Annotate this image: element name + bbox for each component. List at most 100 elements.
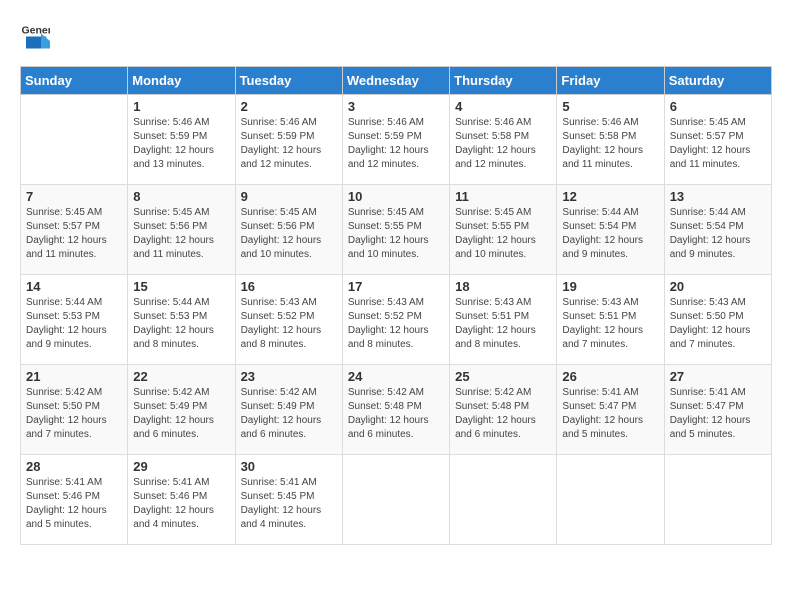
calendar-body: 1 Sunrise: 5:46 AM Sunset: 5:59 PM Daylig…: [21, 95, 772, 545]
day-header-friday: Friday: [557, 67, 664, 95]
calendar-cell: 27 Sunrise: 5:41 AM Sunset: 5:47 PM Dayli…: [664, 365, 771, 455]
day-detail: Sunrise: 5:42 AM Sunset: 5:50 PM Dayligh…: [26, 386, 122, 442]
day-number: 10: [348, 189, 444, 204]
day-detail: Sunrise: 5:44 AM Sunset: 5:53 PM Dayligh…: [133, 296, 229, 352]
day-header-wednesday: Wednesday: [342, 67, 449, 95]
calendar-cell: 24 Sunrise: 5:42 AM Sunset: 5:48 PM Dayli…: [342, 365, 449, 455]
day-number: 27: [670, 369, 766, 384]
day-number: 12: [562, 189, 658, 204]
day-header-thursday: Thursday: [450, 67, 557, 95]
day-detail: Sunrise: 5:43 AM Sunset: 5:52 PM Dayligh…: [241, 296, 337, 352]
calendar-cell: 15 Sunrise: 5:44 AM Sunset: 5:53 PM Dayli…: [128, 275, 235, 365]
day-detail: Sunrise: 5:46 AM Sunset: 5:59 PM Dayligh…: [241, 116, 337, 172]
calendar-cell: 14Sunrise: 5:44 AM Sunset: 5:53 PM Dayli…: [21, 275, 128, 365]
day-detail: Sunrise: 5:42 AM Sunset: 5:49 PM Dayligh…: [133, 386, 229, 442]
day-detail: Sunrise: 5:45 AM Sunset: 5:56 PM Dayligh…: [133, 206, 229, 262]
calendar-cell: 22 Sunrise: 5:42 AM Sunset: 5:49 PM Dayli…: [128, 365, 235, 455]
calendar-cell: 11 Sunrise: 5:45 AM Sunset: 5:55 PM Dayli…: [450, 185, 557, 275]
day-number: 18: [455, 279, 551, 294]
day-detail: Sunrise: 5:41 AM Sunset: 5:45 PM Dayligh…: [241, 476, 337, 532]
calendar-week-row: 21 Sunrise: 5:42 AM Sunset: 5:50 PM Dayli…: [21, 365, 772, 455]
day-header-monday: Monday: [128, 67, 235, 95]
day-header-sunday: Sunday: [21, 67, 128, 95]
day-detail: Sunrise: 5:42 AM Sunset: 5:48 PM Dayligh…: [455, 386, 551, 442]
calendar-cell: 26 Sunrise: 5:41 AM Sunset: 5:47 PM Dayli…: [557, 365, 664, 455]
day-number: 6: [670, 99, 766, 114]
calendar-cell: [450, 455, 557, 545]
calendar-cell: 5Sunrise: 5:46 AM Sunset: 5:58 PM Daylig…: [557, 95, 664, 185]
calendar-cell: 3Sunrise: 5:46 AM Sunset: 5:59 PM Daylig…: [342, 95, 449, 185]
calendar-cell: 30 Sunrise: 5:41 AM Sunset: 5:45 PM Dayli…: [235, 455, 342, 545]
day-detail: Sunrise: 5:45 AM Sunset: 5:55 PM Dayligh…: [348, 206, 444, 262]
calendar-cell: 13 Sunrise: 5:44 AM Sunset: 5:54 PM Dayli…: [664, 185, 771, 275]
logo: General: [20, 20, 54, 50]
svg-text:General: General: [22, 25, 51, 37]
day-detail: Sunrise: 5:45 AM Sunset: 5:57 PM Dayligh…: [26, 206, 122, 262]
calendar-week-row: 14 Sunrise: 5:44 AM Sunset: 5:53 PM Dayli…: [21, 275, 772, 365]
day-number: 26: [562, 369, 658, 384]
day-number: 25: [455, 369, 551, 384]
day-number: 15: [133, 279, 229, 294]
day-number: 21: [26, 369, 122, 384]
calendar-cell: 12 Sunrise: 5:44 AM Sunset: 5:54 PM Dayli…: [557, 185, 664, 275]
day-number: 29: [133, 459, 229, 474]
day-detail: Sunrise: 5:45 AM Sunset: 5:55 PM Dayligh…: [455, 206, 551, 262]
day-number: 14: [26, 279, 122, 294]
day-detail: Sunrise: 5:43 AM Sunset: 5:51 PM Dayligh…: [455, 296, 551, 352]
calendar-cell: 17 Sunrise: 5:43 AM Sunset: 5:52 PM Dayli…: [342, 275, 449, 365]
day-detail: Sunrise: 5:42 AM Sunset: 5:49 PM Dayligh…: [241, 386, 337, 442]
day-detail: Sunrise: 5:41 AM Sunset: 5:46 PM Dayligh…: [133, 476, 229, 532]
calendar-week-row: 1 Sunrise: 5:46 AM Sunset: 5:59 PM Daylig…: [21, 95, 772, 185]
calendar-cell: 20Sunrise: 5:43 AM Sunset: 5:50 PM Dayli…: [664, 275, 771, 365]
calendar-cell: 7Sunrise: 5:45 AM Sunset: 5:57 PM Daylig…: [21, 185, 128, 275]
day-detail: Sunrise: 5:45 AM Sunset: 5:57 PM Dayligh…: [670, 116, 766, 172]
day-number: 13: [670, 189, 766, 204]
day-number: 9: [241, 189, 337, 204]
day-detail: Sunrise: 5:46 AM Sunset: 5:58 PM Dayligh…: [455, 116, 551, 172]
calendar-cell: 16Sunrise: 5:43 AM Sunset: 5:52 PM Dayli…: [235, 275, 342, 365]
day-number: 24: [348, 369, 444, 384]
day-number: 28: [26, 459, 122, 474]
day-number: 8: [133, 189, 229, 204]
day-number: 22: [133, 369, 229, 384]
day-detail: Sunrise: 5:46 AM Sunset: 5:58 PM Dayligh…: [562, 116, 658, 172]
day-number: 19: [562, 279, 658, 294]
day-header-tuesday: Tuesday: [235, 67, 342, 95]
calendar-cell: 23 Sunrise: 5:42 AM Sunset: 5:49 PM Dayli…: [235, 365, 342, 455]
calendar-cell: 19 Sunrise: 5:43 AM Sunset: 5:51 PM Dayli…: [557, 275, 664, 365]
calendar-week-row: 7Sunrise: 5:45 AM Sunset: 5:57 PM Daylig…: [21, 185, 772, 275]
calendar-cell: 25 Sunrise: 5:42 AM Sunset: 5:48 PM Dayli…: [450, 365, 557, 455]
day-detail: Sunrise: 5:46 AM Sunset: 5:59 PM Dayligh…: [348, 116, 444, 172]
day-detail: Sunrise: 5:41 AM Sunset: 5:47 PM Dayligh…: [562, 386, 658, 442]
day-detail: Sunrise: 5:44 AM Sunset: 5:54 PM Dayligh…: [670, 206, 766, 262]
calendar-cell: 10 Sunrise: 5:45 AM Sunset: 5:55 PM Dayli…: [342, 185, 449, 275]
day-number: 11: [455, 189, 551, 204]
day-detail: Sunrise: 5:46 AM Sunset: 5:59 PM Dayligh…: [133, 116, 229, 172]
calendar-cell: 4Sunrise: 5:46 AM Sunset: 5:58 PM Daylig…: [450, 95, 557, 185]
day-detail: Sunrise: 5:41 AM Sunset: 5:47 PM Dayligh…: [670, 386, 766, 442]
logo-icon: General: [20, 20, 50, 50]
day-number: 2: [241, 99, 337, 114]
day-header-saturday: Saturday: [664, 67, 771, 95]
day-number: 17: [348, 279, 444, 294]
calendar-cell: 6 Sunrise: 5:45 AM Sunset: 5:57 PM Daylig…: [664, 95, 771, 185]
day-number: 23: [241, 369, 337, 384]
calendar-cell: 2 Sunrise: 5:46 AM Sunset: 5:59 PM Daylig…: [235, 95, 342, 185]
day-detail: Sunrise: 5:41 AM Sunset: 5:46 PM Dayligh…: [26, 476, 122, 532]
day-detail: Sunrise: 5:43 AM Sunset: 5:52 PM Dayligh…: [348, 296, 444, 352]
calendar-header-row: SundayMondayTuesdayWednesdayThursdayFrid…: [21, 67, 772, 95]
day-number: 1: [133, 99, 229, 114]
day-number: 30: [241, 459, 337, 474]
page-header: General: [20, 20, 772, 50]
day-detail: Sunrise: 5:44 AM Sunset: 5:54 PM Dayligh…: [562, 206, 658, 262]
day-detail: Sunrise: 5:43 AM Sunset: 5:51 PM Dayligh…: [562, 296, 658, 352]
day-detail: Sunrise: 5:42 AM Sunset: 5:48 PM Dayligh…: [348, 386, 444, 442]
calendar-cell: [664, 455, 771, 545]
calendar-cell: 21 Sunrise: 5:42 AM Sunset: 5:50 PM Dayli…: [21, 365, 128, 455]
calendar-cell: 9Sunrise: 5:45 AM Sunset: 5:56 PM Daylig…: [235, 185, 342, 275]
calendar-cell: 1 Sunrise: 5:46 AM Sunset: 5:59 PM Daylig…: [128, 95, 235, 185]
calendar-cell: [557, 455, 664, 545]
calendar-cell: 28 Sunrise: 5:41 AM Sunset: 5:46 PM Dayli…: [21, 455, 128, 545]
calendar-cell: 18 Sunrise: 5:43 AM Sunset: 5:51 PM Dayli…: [450, 275, 557, 365]
day-detail: Sunrise: 5:43 AM Sunset: 5:50 PM Dayligh…: [670, 296, 766, 352]
